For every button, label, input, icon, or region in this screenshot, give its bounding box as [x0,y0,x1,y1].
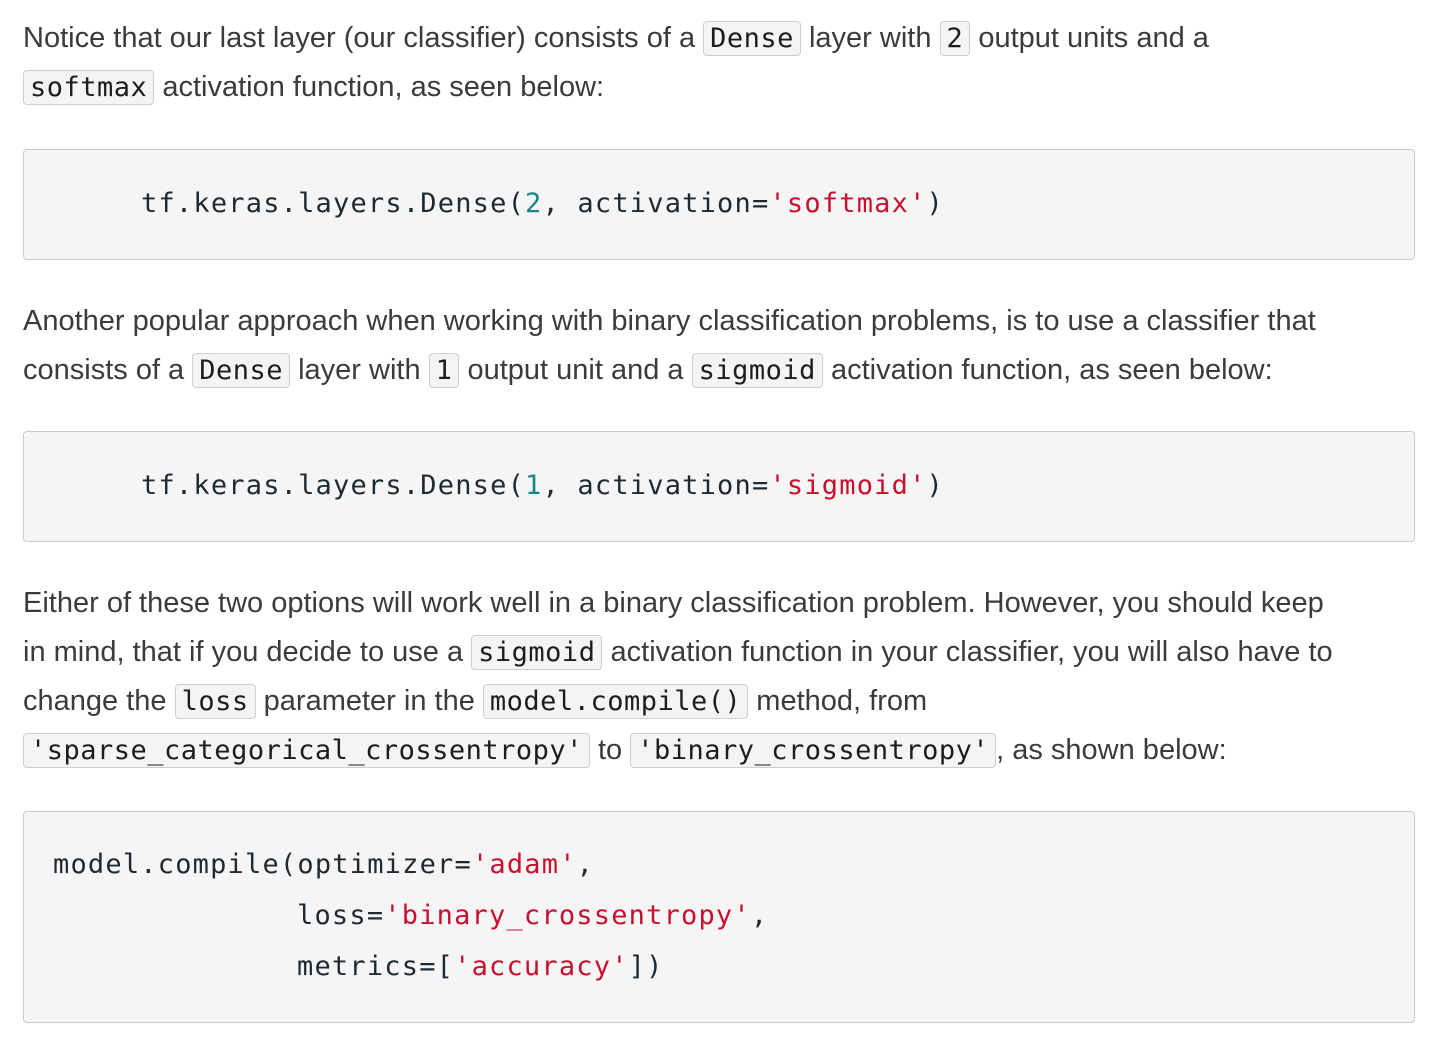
text-line: in mind, that if you decide to use a sig… [23,628,1416,677]
inline-code-units: 1 [428,353,460,388]
code-token: , activation= [542,470,770,501]
code-string: 'accuracy' [454,951,629,982]
code-block-sigmoid: tf.keras.layers.Dense(1, activation='sig… [23,431,1415,542]
code-line: tf.keras.layers.Dense(2, activation='sof… [141,188,944,219]
text-line: Another popular approach when working wi… [23,305,1316,337]
code-line: metrics=['accuracy']) [297,951,664,982]
text: parameter in the [255,685,483,717]
inline-code-sigmoid: sigmoid [691,353,823,388]
code-block-softmax: tf.keras.layers.Dense(2, activation='sof… [23,149,1415,260]
text-line: softmax activation function, as seen bel… [23,63,1416,112]
text: layer with [290,354,429,386]
code-string: 'softmax' [769,188,927,219]
inline-code-dense: Dense [703,21,801,56]
code-block-compile: model.compile(optimizer='adam', loss='bi… [23,811,1415,1023]
text: method, from [748,685,928,717]
inline-code-binary-loss: 'binary_crossentropy' [630,733,997,768]
code-token: , [750,900,769,931]
text: output units and a [970,22,1209,54]
code-token: metrics=[ [297,951,455,982]
paragraph-loss-change: Either of these two options will work we… [23,579,1416,775]
code-line: model.compile(optimizer='adam', [53,849,594,880]
code-token: loss= [297,900,385,931]
code-token: ) [926,470,944,501]
code-line: tf.keras.layers.Dense(1, activation='sig… [141,470,944,501]
text-line: Either of these two options will work we… [23,587,1324,619]
code-number: 2 [525,188,543,219]
code-line: loss='binary_crossentropy', [297,900,768,931]
text: activation function, as seen below: [154,71,605,103]
code-token: , [576,849,595,880]
code-token: model.compile(optimizer= [53,849,472,880]
inline-code-sparse-loss: 'sparse_categorical_crossentropy' [23,733,590,768]
text: Notice that our last layer (our classifi… [23,22,704,54]
text-line: change the loss parameter in the model.c… [23,677,1416,726]
code-token: ) [926,188,944,219]
inline-code-model-compile: model.compile() [482,684,749,719]
text: activation function, as seen below: [822,354,1273,386]
code-string: 'sigmoid' [769,470,927,501]
paragraph-softmax-intro: Notice that our last layer (our classifi… [23,14,1416,112]
text-line: Notice that our last layer (our classifi… [23,14,1416,63]
code-number: 1 [525,470,543,501]
inline-code-units: 2 [939,21,971,56]
text: layer with [800,22,940,54]
code-string: 'adam' [471,849,577,880]
code-token: ]) [628,951,664,982]
text: output unit and a [459,354,692,386]
code-token: tf.keras.layers.Dense( [141,470,526,501]
inline-code-sigmoid: sigmoid [471,635,603,670]
paragraph-sigmoid-intro: Another popular approach when working wi… [23,297,1416,395]
text-line: 'sparse_categorical_crossentropy' to 'bi… [23,726,1416,775]
text: in mind, that if you decide to use a [23,636,472,668]
inline-code-loss: loss [174,684,256,719]
code-token: tf.keras.layers.Dense( [141,188,526,219]
inline-code-dense: Dense [192,353,291,388]
code-string: 'binary_crossentropy' [384,900,751,931]
text: to [589,734,631,766]
text: consists of a [23,354,193,386]
code-token: , activation= [542,188,770,219]
inline-code-softmax: softmax [23,70,155,105]
text: , as shown below: [996,734,1227,766]
text-line: consists of a Dense layer with 1 output … [23,346,1416,395]
text: change the [23,685,175,717]
text: activation function in your classifier, … [602,636,1333,668]
